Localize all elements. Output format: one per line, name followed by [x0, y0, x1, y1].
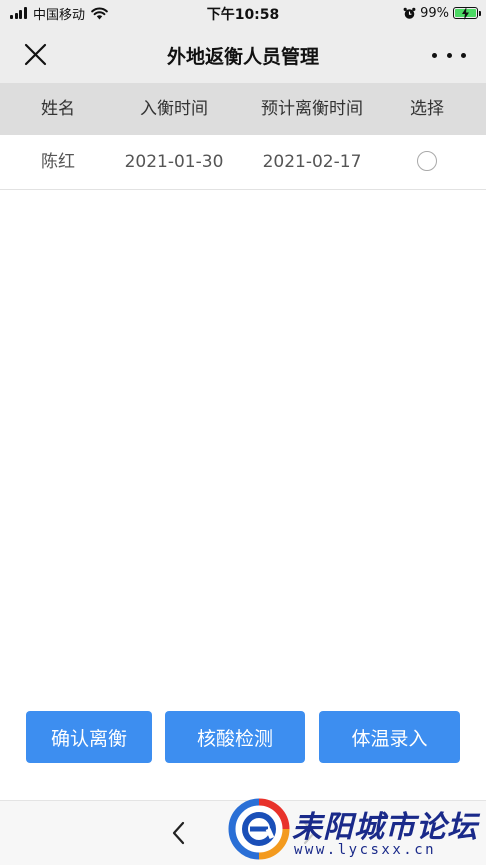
- charging-bolt-icon: [462, 7, 469, 20]
- column-header-name: 姓名: [41, 99, 75, 119]
- column-header-select: 选择: [410, 99, 444, 119]
- cell-enter-date: 2021-01-30: [124, 152, 224, 172]
- cell-leave-date: 2021-02-17: [262, 152, 362, 172]
- nav-bar: 外地返衡人员管理: [0, 26, 486, 83]
- page-title: 外地返衡人员管理: [166, 46, 319, 68]
- column-header-enter-date: 入衡时间: [140, 99, 208, 119]
- forum-watermark: 耒阳城市论坛 www.lycsxx.cn: [228, 796, 486, 865]
- battery-percentage: 99%: [420, 5, 449, 21]
- more-dots-icon: [446, 52, 452, 58]
- table-header: 姓名 入衡时间 预计离衡时间 选择: [0, 83, 486, 135]
- row-select-radio[interactable]: [417, 150, 437, 171]
- back-button[interactable]: [166, 819, 192, 847]
- close-button[interactable]: [20, 40, 52, 70]
- battery-charging-icon: [453, 7, 481, 20]
- watermark-url: www.lycsxx.cn: [294, 842, 437, 858]
- chevron-left-icon: [172, 821, 185, 845]
- nucleic-test-button[interactable]: 核酸检测: [165, 711, 305, 763]
- more-dots-icon: [461, 52, 466, 58]
- more-dots-icon: [432, 52, 437, 58]
- column-header-leave-date: 预计离衡时间: [261, 99, 363, 119]
- confirm-leave-button[interactable]: 确认离衡: [26, 711, 152, 763]
- table-row[interactable]: 陈红 2021-01-30 2021-02-17: [0, 135, 486, 190]
- cell-select: [388, 135, 466, 189]
- alarm-icon: [403, 7, 416, 19]
- more-button[interactable]: [432, 42, 466, 68]
- temperature-entry-button[interactable]: 体温录入: [319, 711, 460, 763]
- watermark-name: 耒阳城市论坛: [292, 810, 478, 845]
- cell-name: 陈红: [41, 152, 75, 172]
- status-bar: 中国移动 下午10:58 99%: [0, 0, 486, 26]
- close-icon: [24, 43, 47, 66]
- status-right: 99%: [403, 4, 481, 22]
- forum-logo-icon: [228, 798, 290, 860]
- battery-nub: [479, 11, 481, 16]
